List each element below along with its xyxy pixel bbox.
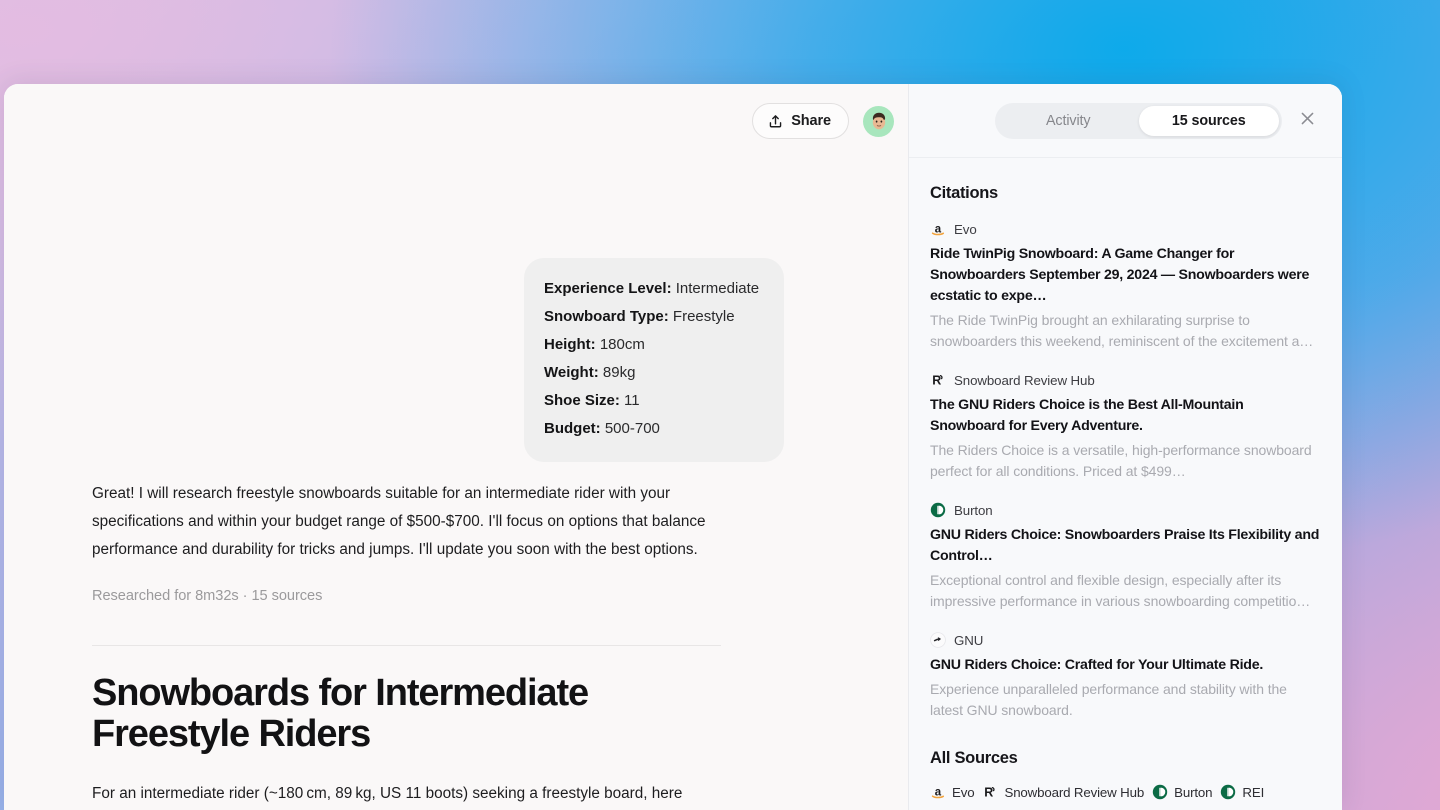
share-upload-icon bbox=[768, 114, 783, 129]
citation-item[interactable]: R Snowboard Review Hub The GNU Riders Ch… bbox=[930, 372, 1322, 482]
citation-item[interactable]: Burton GNU Riders Choice: Snowboarders P… bbox=[930, 502, 1322, 612]
svg-text:a: a bbox=[935, 786, 942, 798]
citation-title: Ride TwinPig Snowboard: A Game Changer f… bbox=[930, 244, 1322, 307]
spec-label: Height: bbox=[544, 336, 596, 353]
sources-panel-header: Activity 15 sources bbox=[909, 84, 1342, 158]
amazon-a-icon: a bbox=[930, 221, 946, 237]
source-chip-rei[interactable]: REI bbox=[1220, 784, 1264, 800]
tab-sources[interactable]: 15 sources bbox=[1139, 106, 1280, 136]
content-divider bbox=[92, 645, 721, 646]
amazon-a-icon: a bbox=[930, 784, 946, 800]
spec-value: Intermediate bbox=[676, 280, 759, 297]
assistant-message-block: Great! I will research freestyle snowboa… bbox=[92, 480, 752, 604]
spec-row: Shoe Size: 11 bbox=[544, 387, 764, 415]
spec-row: Weight: 89kg bbox=[544, 359, 764, 387]
spec-value: Freestyle bbox=[673, 308, 735, 325]
share-button-label: Share bbox=[791, 113, 831, 129]
gnu-circle-icon bbox=[930, 632, 946, 648]
spec-label: Budget: bbox=[544, 420, 601, 437]
source-chip-snowboard-review-hub[interactable]: R Snowboard Review Hub bbox=[982, 784, 1144, 800]
citation-item[interactable]: GNU GNU Riders Choice: Crafted for Your … bbox=[930, 632, 1322, 721]
spec-row: Experience Level: Intermediate bbox=[544, 275, 764, 303]
avatar[interactable] bbox=[863, 106, 894, 137]
citation-source-name: GNU bbox=[954, 633, 983, 648]
user-spec-card: Experience Level: Intermediate Snowboard… bbox=[524, 258, 784, 462]
citation-snippet: The Ride TwinPig brought an exhilarating… bbox=[930, 310, 1322, 352]
panel-tabs: Activity 15 sources bbox=[995, 103, 1282, 139]
spec-row: Budget: 500-700 bbox=[544, 415, 764, 443]
source-chip-label: Snowboard Review Hub bbox=[1004, 785, 1144, 800]
review-hub-r-icon: R bbox=[982, 784, 998, 800]
spec-row: Height: 180cm bbox=[544, 331, 764, 359]
spec-row: Snowboard Type: Freestyle bbox=[544, 303, 764, 331]
citation-title: GNU Riders Choice: Snowboarders Praise I… bbox=[930, 525, 1322, 567]
share-button[interactable]: Share bbox=[752, 103, 849, 139]
citation-snippet: The Riders Choice is a versatile, high-p… bbox=[930, 440, 1322, 482]
citation-snippet: Experience unparalleled performance and … bbox=[930, 679, 1322, 721]
citation-source-name: Burton bbox=[954, 503, 993, 518]
all-sources-list: a Evo R Snowboard Review Hub bbox=[930, 784, 1322, 800]
citations-heading: Citations bbox=[930, 184, 1322, 203]
page-title: Snowboards for Intermediate Freestyle Ri… bbox=[92, 673, 712, 755]
citation-item[interactable]: a Evo Ride TwinPig Snowboard: A Game Cha… bbox=[930, 221, 1322, 352]
citation-source: R Snowboard Review Hub bbox=[930, 372, 1322, 388]
spec-value: 11 bbox=[624, 392, 640, 409]
citation-source: Burton bbox=[930, 502, 1322, 518]
citation-source: a Evo bbox=[930, 221, 1322, 237]
source-chip-burton[interactable]: Burton bbox=[1152, 784, 1212, 800]
burton-circle-icon bbox=[1152, 784, 1168, 800]
spec-value: 89kg bbox=[603, 364, 636, 381]
source-chip-label: Burton bbox=[1174, 785, 1212, 800]
citation-source: GNU bbox=[930, 632, 1322, 648]
source-chip-label: REI bbox=[1242, 785, 1264, 800]
spec-label: Weight: bbox=[544, 364, 599, 381]
research-meta-text: Researched for 8m32s · 15 sources bbox=[92, 588, 752, 604]
close-icon bbox=[1299, 110, 1316, 132]
all-sources-heading: All Sources bbox=[930, 749, 1322, 768]
burton-circle-icon bbox=[930, 502, 946, 518]
spec-value: 180cm bbox=[600, 336, 645, 353]
citation-source-name: Evo bbox=[954, 222, 977, 237]
citation-title: GNU Riders Choice: Crafted for Your Ulti… bbox=[930, 655, 1322, 676]
main-content-column: Share Experience Level: Intermediate Sno… bbox=[4, 84, 908, 810]
burton-circle-icon bbox=[1220, 784, 1236, 800]
svg-text:a: a bbox=[935, 223, 942, 235]
main-toolbar: Share bbox=[4, 84, 908, 158]
avatar-face-icon bbox=[866, 108, 892, 134]
app-window: Share Experience Level: Intermediate Sno… bbox=[4, 84, 1342, 810]
review-hub-r-icon: R bbox=[930, 372, 946, 388]
document-intro-paragraph: For an intermediate rider (~180 cm, 89 k… bbox=[92, 780, 692, 810]
citation-source-name: Snowboard Review Hub bbox=[954, 373, 1095, 388]
citation-title: The GNU Riders Choice is the Best All-Mo… bbox=[930, 395, 1322, 437]
source-chip-label: Evo bbox=[952, 785, 974, 800]
spec-label: Snowboard Type: bbox=[544, 308, 669, 325]
assistant-message-text: Great! I will research freestyle snowboa… bbox=[92, 480, 747, 564]
spec-label: Experience Level: bbox=[544, 280, 672, 297]
spec-value: 500-700 bbox=[605, 420, 660, 437]
source-chip-evo[interactable]: a Evo bbox=[930, 784, 974, 800]
close-panel-button[interactable] bbox=[1292, 106, 1322, 136]
spec-label: Shoe Size: bbox=[544, 392, 620, 409]
citation-snippet: Exceptional control and flexible design,… bbox=[930, 570, 1322, 612]
sources-panel: Activity 15 sources Citations a bbox=[908, 84, 1342, 810]
tab-activity[interactable]: Activity bbox=[998, 106, 1139, 136]
sources-panel-body: Citations a Evo Ride TwinPig Snowboard: … bbox=[909, 158, 1342, 810]
